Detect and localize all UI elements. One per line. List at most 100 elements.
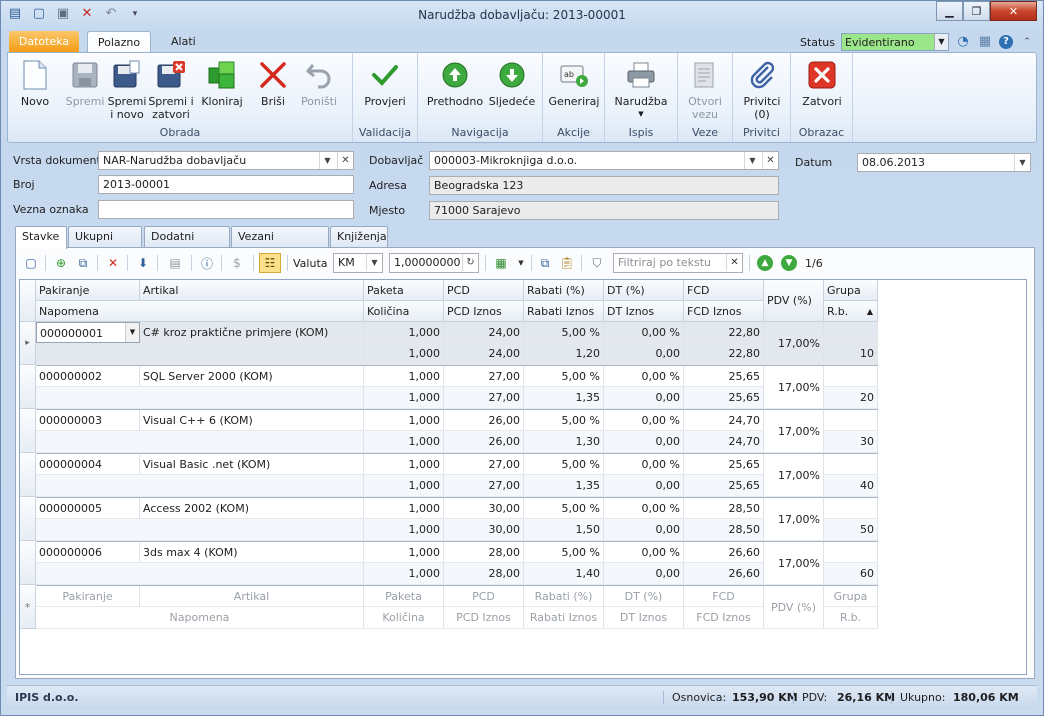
narudzba-print-button[interactable]: Narudžba ▼	[611, 59, 671, 121]
tab-dodatni-podaci[interactable]: Dodatni podaci	[144, 226, 230, 263]
delete-row-icon[interactable]: ✕	[103, 253, 123, 273]
clear-icon[interactable]: ✕	[726, 254, 742, 271]
ponisti-button[interactable]: Poništi	[298, 59, 340, 108]
novo-button[interactable]: Novo	[16, 59, 54, 108]
download-icon[interactable]: ⬇	[133, 253, 153, 273]
arrow-down-icon[interactable]: ▼	[781, 255, 797, 271]
header-fcd-iznos[interactable]: FCD Iznos	[684, 301, 764, 322]
tab-alati[interactable]: Alati	[159, 31, 208, 53]
cell-paketa: 1,000	[364, 454, 444, 475]
header-napomena[interactable]: Napomena	[36, 301, 364, 322]
row-indicator[interactable]	[20, 498, 36, 541]
valuta-select[interactable]: KM ▼	[333, 253, 383, 273]
header-artikal[interactable]: Artikal	[140, 280, 364, 301]
maximize-button[interactable]: ❐	[963, 1, 990, 21]
calculator-icon[interactable]: ▦	[977, 34, 993, 50]
privitci-button[interactable]: Privitci (0)	[737, 59, 787, 121]
header-rabati-iznos[interactable]: Rabati Iznos	[524, 301, 604, 322]
chevron-down-icon[interactable]: ▼	[125, 323, 139, 342]
minimize-button[interactable]: ▁	[936, 1, 963, 21]
chevron-down-icon[interactable]: ▼	[1014, 154, 1030, 171]
header-pcd-iznos[interactable]: PCD Iznos	[444, 301, 524, 322]
title-bar: ▤ ▢ ▣ ✕ ↶ ▾ Narudžba dobavljaču: 2013-00…	[1, 1, 1043, 31]
sort-asc-icon[interactable]: ▲	[867, 301, 873, 321]
dobavljac-select[interactable]: 000003-Mikroknjiga d.o.o. ▼ ✕	[429, 151, 779, 170]
header-fcd[interactable]: FCD	[684, 280, 764, 301]
refresh-icon[interactable]: ↻	[462, 254, 478, 271]
chevron-down-icon[interactable]: ▼	[319, 152, 335, 169]
clear-icon[interactable]: ✕	[762, 152, 778, 169]
money-icon[interactable]: $	[227, 253, 247, 273]
prethodno-button[interactable]: Prethodno	[424, 59, 486, 108]
copy-row-icon[interactable]: ⧉	[73, 253, 93, 273]
group-ispis: Narudžba ▼ Ispis	[605, 53, 678, 142]
tab-datoteka[interactable]: Datoteka	[9, 31, 79, 53]
copy-icon[interactable]: ⧉	[535, 253, 555, 273]
tab-polazno[interactable]: Polazno	[87, 31, 151, 53]
otvori-vezu-button[interactable]: Otvori vezu	[682, 59, 728, 121]
chevron-down-icon[interactable]: ▼	[366, 254, 382, 271]
document-tabs: Stavke Ukupni iznosi Dodatni podaci Veza…	[15, 226, 1035, 263]
spremi-i-novo-button[interactable]: Spremi i novo	[106, 59, 148, 121]
header-dt[interactable]: DT (%)	[604, 280, 684, 301]
row-indicator[interactable]: ▸	[20, 322, 36, 365]
filter-icon[interactable]: ⛉	[587, 253, 607, 273]
chevron-down-icon[interactable]: ▼	[511, 253, 531, 273]
row-indicator[interactable]	[20, 410, 36, 453]
close-window-button[interactable]: ✕	[990, 1, 1037, 21]
new-row-indicator[interactable]: *	[20, 586, 36, 629]
chevron-down-icon[interactable]: ▼	[744, 152, 760, 169]
chevron-down-icon[interactable]: ▼	[934, 34, 948, 50]
header-pakiranje[interactable]: Pakiranje	[36, 280, 140, 301]
datum-picker[interactable]: 08.06.2013 ▼	[857, 153, 1031, 172]
header-pcd[interactable]: PCD	[444, 280, 524, 301]
header-grupa[interactable]: Grupa	[824, 280, 878, 301]
status-select[interactable]: Evidentirano ▼	[841, 33, 949, 51]
provjeri-button[interactable]: Provjeri	[361, 59, 409, 108]
pie-chart-icon[interactable]: ◔	[955, 34, 971, 50]
add-row-icon[interactable]: ⊕	[51, 253, 71, 273]
header-kolicina[interactable]: Količina	[364, 301, 444, 322]
header-dt-iznos[interactable]: DT Iznos	[604, 301, 684, 322]
header-rabati[interactable]: Rabati (%)	[524, 280, 604, 301]
header-paketa[interactable]: Paketa	[364, 280, 444, 301]
tab-ukupni-iznosi[interactable]: Ukupni iznosi	[68, 226, 142, 263]
cell-pakiranje[interactable]: 000000001 ▼	[36, 322, 140, 343]
clear-icon[interactable]: ✕	[337, 152, 353, 169]
tab-knjizenja[interactable]: Knjiženja	[330, 226, 388, 248]
spremi-i-zatvori-button[interactable]: Spremi i zatvori	[148, 59, 194, 121]
status-area: Status Evidentirano ▼ ◔ ▦ ? ⌃	[800, 33, 1035, 51]
collapse-ribbon-icon[interactable]: ⌃	[1019, 34, 1035, 50]
excel-icon[interactable]: ▦	[491, 253, 511, 273]
row-indicator[interactable]	[20, 542, 36, 585]
vrsta-dokumenta-select[interactable]: NAR-Narudžba dobavljaču ▼ ✕	[98, 151, 354, 170]
row-indicator[interactable]	[20, 454, 36, 497]
tab-vezani-dokumenti[interactable]: Vezani dokumenti	[231, 226, 329, 263]
layout-toggle-icon[interactable]: ☷	[259, 253, 281, 273]
zatvori-button[interactable]: Zatvori	[797, 59, 847, 108]
brisi-button[interactable]: Briši	[254, 59, 292, 108]
header-corner[interactable]	[20, 280, 36, 322]
row-indicator[interactable]	[20, 366, 36, 409]
spremi-button[interactable]: Spremi	[64, 59, 106, 108]
stack-icon[interactable]: ▤	[165, 253, 185, 273]
header-rb[interactable]: R.b. ▲	[824, 301, 878, 322]
vrsta-dokumenta-label: Vrsta dokumenta	[13, 154, 108, 167]
vezna-oznaka-field[interactable]	[98, 200, 354, 219]
new-row-fcd: FCD	[684, 586, 764, 607]
sljedece-button[interactable]: Sljedeće	[486, 59, 538, 108]
header-pdv[interactable]: PDV (%)	[764, 280, 824, 322]
help-icon[interactable]: ?	[999, 35, 1013, 49]
filter-input[interactable]: Filtriraj po tekstu ✕	[613, 253, 743, 273]
new-row-icon[interactable]: ▢	[21, 253, 41, 273]
info-icon[interactable]: ⓘ	[197, 253, 217, 273]
tab-stavke[interactable]: Stavke	[15, 226, 67, 249]
cell-rabati-iznos: 1,20	[524, 343, 604, 365]
arrow-up-icon[interactable]: ▲	[757, 255, 773, 271]
generiraj-button[interactable]: ab Generiraj	[547, 59, 601, 108]
broj-field[interactable]: 2013-00001	[98, 175, 354, 194]
tecaj-field[interactable]: 1,00000000 ↻	[389, 253, 479, 273]
paste-icon[interactable]: 📋︎	[557, 253, 577, 273]
kloniraj-button[interactable]: Kloniraj	[200, 59, 244, 108]
cell-fcd: 25,65	[684, 454, 764, 475]
